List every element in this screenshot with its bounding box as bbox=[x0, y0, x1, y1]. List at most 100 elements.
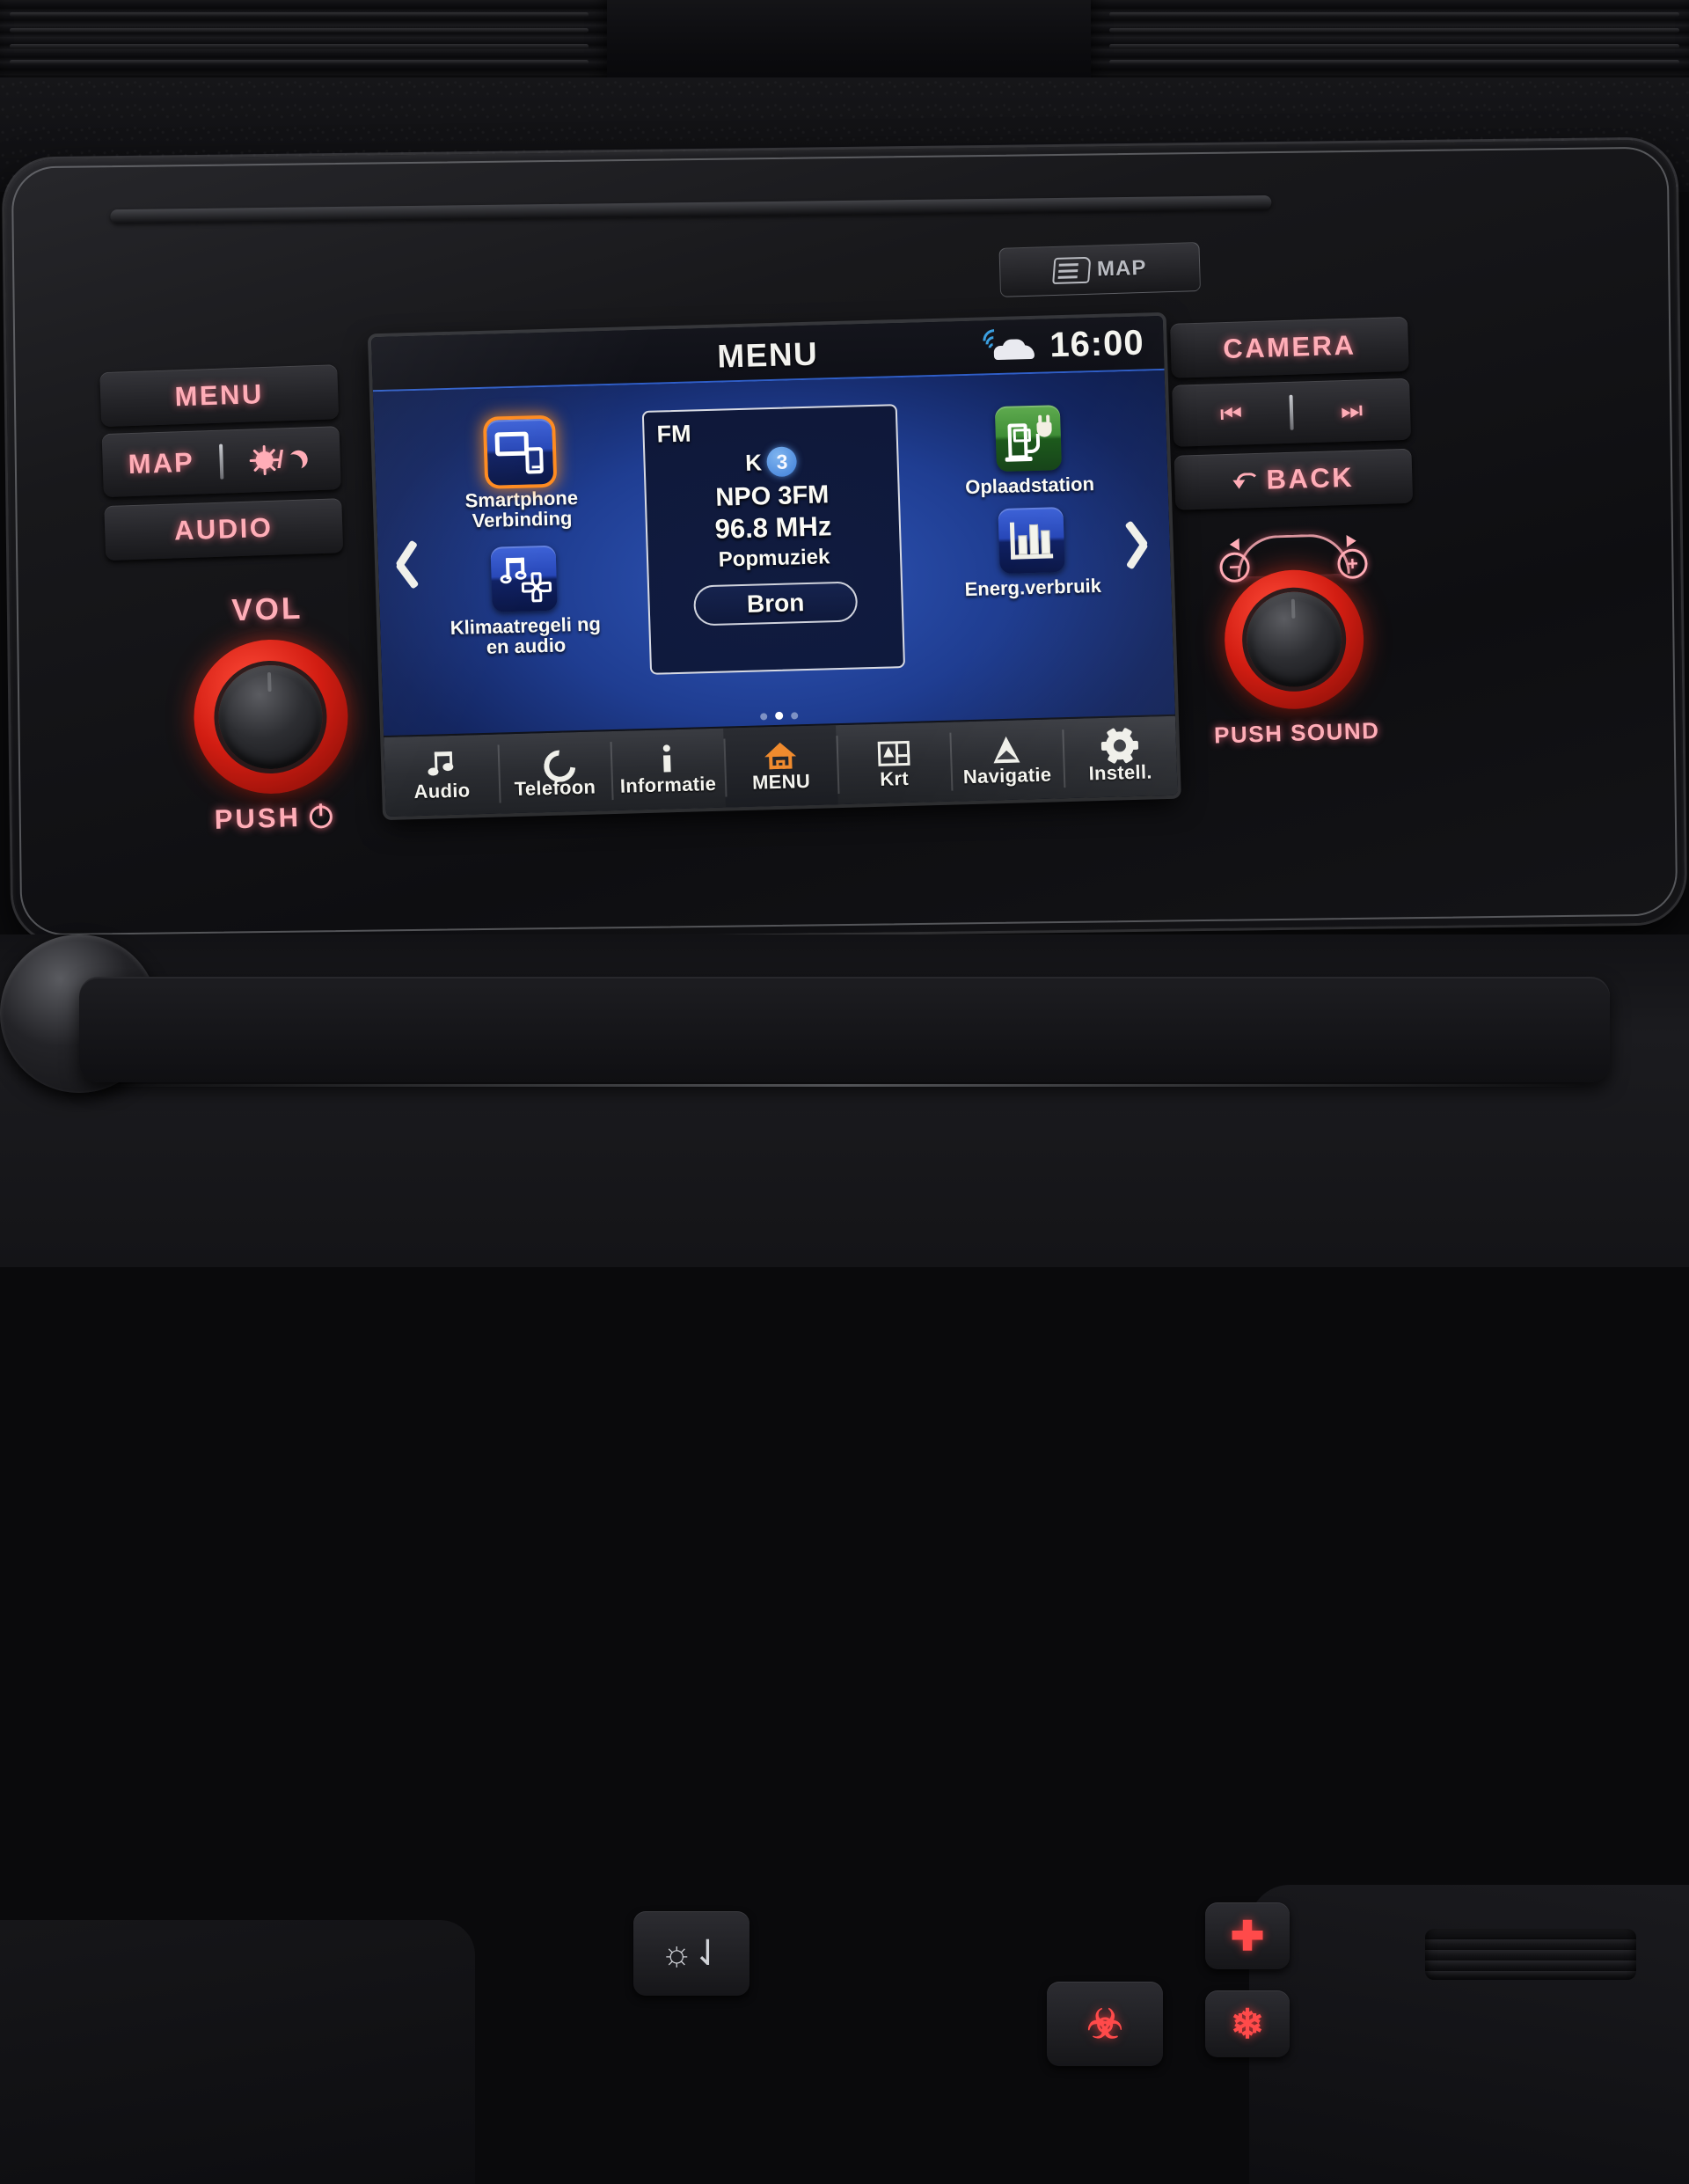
radio-now-playing-card[interactable]: FM K 3 NPO 3FM 96.8 MHz Popmuziek Bron bbox=[642, 404, 905, 675]
headlight-defog-button[interactable]: ☼⇃ bbox=[633, 1911, 749, 1996]
menu-tiles-left-column: Smartphone Verbinding Klimaatregeli ng e… bbox=[431, 417, 614, 659]
previous-track-icon[interactable]: ⏮ bbox=[1172, 382, 1291, 447]
nav-label: Informatie bbox=[619, 773, 716, 798]
bezel-seam bbox=[110, 195, 1271, 224]
chevron-right-icon[interactable] bbox=[1125, 519, 1153, 568]
nav-label: Instell. bbox=[1088, 760, 1152, 785]
left-hard-button-cluster: MENU MAP / AUDIO bbox=[99, 364, 343, 570]
infotainment-screen-frame: MENU 16:00 bbox=[371, 316, 1178, 817]
map-icon bbox=[877, 736, 910, 766]
audio-hard-button[interactable]: AUDIO bbox=[104, 498, 343, 561]
navigation-arrow-icon bbox=[993, 733, 1020, 764]
screen-phone-icon bbox=[486, 419, 553, 486]
sd-card-icon bbox=[1052, 257, 1091, 284]
preset-number-badge: 3 bbox=[766, 446, 797, 477]
tile-label: Energ.verbruik bbox=[954, 575, 1113, 600]
sun-moon-icon: / bbox=[255, 444, 308, 474]
upper-dash-strip bbox=[0, 0, 1689, 86]
map-hard-button[interactable]: MAP bbox=[102, 430, 221, 497]
tile-smartphone-verbinding[interactable]: Smartphone Verbinding bbox=[440, 417, 602, 531]
track-skip-button-row: ⏮ ⏭ bbox=[1172, 378, 1411, 447]
tile-energieverbruik[interactable]: Energ.verbruik bbox=[951, 506, 1112, 600]
tile-klimaatregeling-en-audio[interactable]: Klimaatregeli ng en audio bbox=[444, 544, 606, 658]
volume-label: VOL bbox=[161, 589, 373, 630]
charging-station-icon bbox=[995, 405, 1062, 472]
tile-label: Smartphone Verbinding bbox=[442, 487, 601, 531]
camera-hard-button[interactable]: CAMERA bbox=[1170, 317, 1409, 378]
arc-arrow-right bbox=[1347, 535, 1356, 547]
car-wifi-icon bbox=[986, 331, 1038, 363]
preset-letter: K bbox=[745, 449, 763, 476]
sd-map-card-slot[interactable]: MAP bbox=[998, 242, 1201, 297]
menu-tiles-right-column: Oplaadstation Energ.verbruik bbox=[935, 403, 1126, 600]
sound-knob-area: PUSH SOUND bbox=[1199, 555, 1389, 750]
page-indicator-dots bbox=[760, 711, 798, 720]
climate-control-panel bbox=[79, 977, 1610, 1082]
brightness-hard-button[interactable]: / bbox=[223, 426, 341, 493]
nav-label: Audio bbox=[413, 779, 471, 803]
page-dot-active[interactable] bbox=[775, 712, 783, 720]
volume-knob-area: VOL PUSH bbox=[161, 589, 379, 837]
arc-arrow-left bbox=[1230, 539, 1239, 551]
lower-air-vent-right bbox=[1425, 1929, 1636, 1980]
sd-slot-label: MAP bbox=[1097, 256, 1147, 282]
nav-item-menu[interactable]: MENU bbox=[723, 725, 838, 807]
clock: 16:00 bbox=[1049, 324, 1145, 366]
page-dot[interactable] bbox=[760, 713, 767, 720]
nav-item-navigatie[interactable]: Navigatie bbox=[949, 719, 1064, 801]
nav-label: Navigatie bbox=[962, 764, 1051, 789]
push-power-label-row: PUSH bbox=[167, 799, 379, 837]
bar-chart-icon bbox=[998, 507, 1064, 574]
status-right-group: 16:00 bbox=[986, 324, 1145, 368]
menu-hard-button[interactable]: MENU bbox=[99, 364, 339, 427]
next-track-icon[interactable]: ⏭ bbox=[1292, 378, 1411, 443]
map-brightness-button-row: MAP / bbox=[102, 426, 341, 497]
radio-preset-row: K 3 bbox=[657, 444, 885, 480]
fan-speed-button[interactable]: ❄ bbox=[1205, 1990, 1290, 2057]
nav-item-krt[interactable]: Krt bbox=[836, 722, 951, 804]
head-unit-bezel: MAP MENU MAP / AUDIO VOL bbox=[4, 139, 1685, 942]
temperature-up-button[interactable]: ✚ bbox=[1205, 1902, 1290, 1969]
nav-label: MENU bbox=[752, 770, 811, 795]
headlight-icon: ☼⇃ bbox=[661, 1933, 722, 1974]
back-button-label: BACK bbox=[1266, 462, 1355, 496]
console-trim-line bbox=[106, 1084, 1583, 1087]
rear-defroster-icon: ☣ bbox=[1086, 2000, 1122, 2048]
tile-label: Klimaatregeli ng en audio bbox=[446, 613, 605, 658]
rear-defroster-button[interactable]: ☣ bbox=[1047, 1982, 1163, 2066]
station-name: NPO 3FM bbox=[658, 480, 886, 515]
music-fan-icon bbox=[490, 545, 557, 612]
page-dot[interactable] bbox=[791, 712, 798, 719]
nav-label: Krt bbox=[880, 767, 909, 791]
nav-item-instellingen[interactable]: Instell. bbox=[1062, 716, 1177, 798]
power-icon bbox=[310, 805, 333, 829]
volume-knob[interactable] bbox=[191, 637, 349, 795]
radio-band-label: FM bbox=[656, 415, 884, 449]
source-button[interactable]: Bron bbox=[693, 581, 858, 626]
sound-knob[interactable] bbox=[1223, 568, 1366, 711]
menu-main-area: Smartphone Verbinding Klimaatregeli ng e… bbox=[373, 370, 1175, 736]
fan-icon: ❄ bbox=[1231, 2000, 1265, 2048]
station-genre: Popmuziek bbox=[661, 543, 888, 574]
plus-icon: ✚ bbox=[1231, 1912, 1265, 1960]
station-frequency: 96.8 MHz bbox=[659, 509, 887, 547]
phone-icon bbox=[540, 744, 567, 775]
home-icon bbox=[764, 738, 797, 769]
lower-center-console: ☼⇃ ☣ ✚ ❄ bbox=[0, 934, 1689, 1267]
gear-icon bbox=[1105, 729, 1134, 760]
console-left-panel bbox=[0, 1920, 475, 2184]
back-hard-button[interactable]: BACK bbox=[1174, 449, 1413, 510]
back-arrow-icon bbox=[1232, 471, 1256, 491]
air-vent-right bbox=[1091, 0, 1689, 84]
info-icon bbox=[658, 742, 676, 773]
infotainment-screen[interactable]: MENU 16:00 bbox=[371, 316, 1178, 817]
tile-oplaadstation[interactable]: Oplaadstation bbox=[948, 404, 1109, 498]
nav-item-informatie[interactable]: Informatie bbox=[610, 729, 725, 810]
push-sound-label: PUSH SOUND bbox=[1204, 717, 1390, 750]
nav-item-telefoon[interactable]: Telefoon bbox=[497, 731, 612, 813]
music-note-icon bbox=[428, 748, 455, 779]
push-label: PUSH bbox=[214, 802, 301, 836]
chevron-left-icon[interactable] bbox=[395, 539, 423, 587]
tile-label: Oplaadstation bbox=[950, 473, 1109, 498]
nav-item-audio[interactable]: Audio bbox=[384, 735, 499, 817]
